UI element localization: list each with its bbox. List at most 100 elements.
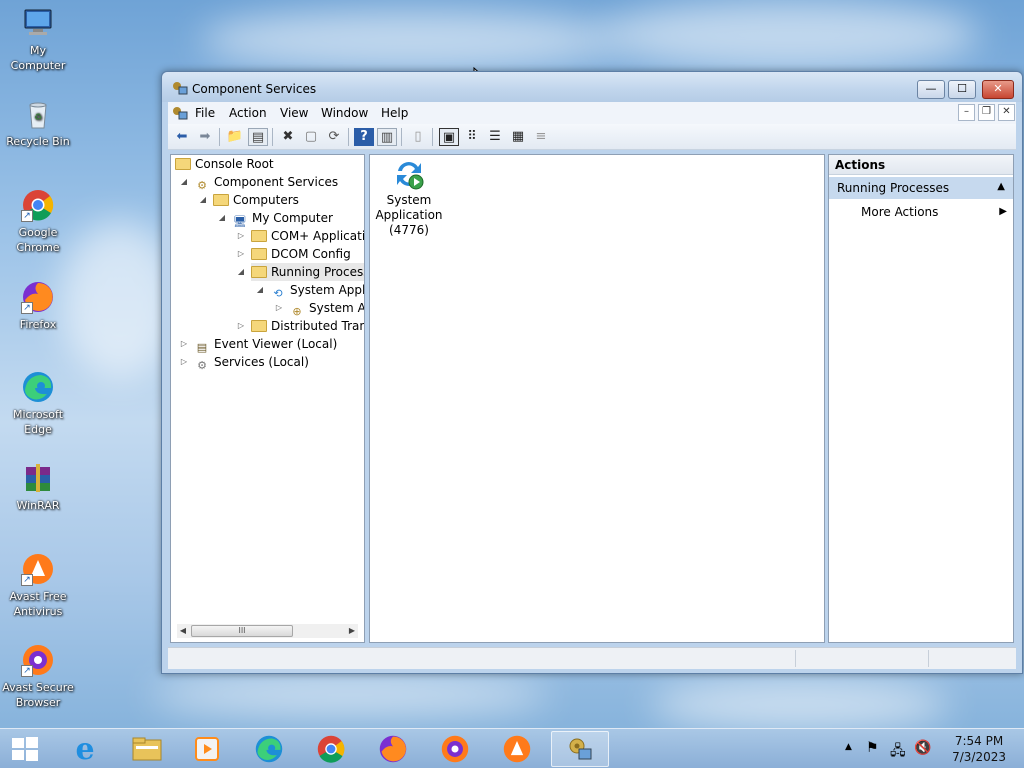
console-tree: Console Root ◢ ⚙ Component Services ◢ Com…: [170, 154, 365, 643]
tree-node-component-services[interactable]: ⚙ Component Services: [194, 173, 338, 192]
taskbar-avast-browser[interactable]: [426, 731, 484, 767]
tree-expander-icon[interactable]: ▷: [236, 249, 246, 258]
tree-expander-icon[interactable]: ◢: [198, 195, 208, 204]
taskbar-file-explorer[interactable]: [118, 731, 176, 767]
folder-icon: [251, 266, 267, 278]
desktop-icon-my-computer[interactable]: My Computer: [2, 6, 74, 73]
tree-expander-icon[interactable]: ▷: [274, 303, 284, 312]
taskbar-edge[interactable]: [240, 731, 298, 767]
results-pane: System Application (4776): [369, 154, 825, 643]
tree-horizontal-scrollbar[interactable]: ◀ III ▶: [177, 624, 358, 638]
small-icons-view-icon[interactable]: ⠿: [462, 128, 482, 146]
toolbar: ⬅ ➡ 📁 ▤ ✖ ▢ ⟳ ? ▥ ▯ ▣ ⠿ ☰ ▦ ≡: [168, 124, 1016, 150]
menu-window[interactable]: Window: [321, 106, 368, 120]
menu-help[interactable]: Help: [381, 106, 408, 120]
component-services-icon: [569, 738, 592, 760]
tree-node-distributed-transaction-coordinator[interactable]: Distributed Transaction Coordinator: [251, 317, 364, 335]
forward-icon[interactable]: ➡: [195, 128, 215, 146]
collapse-icon[interactable]: ▲: [997, 181, 1005, 192]
title-bar[interactable]: Component Services — ☐ ✕: [162, 72, 1022, 102]
folder-icon: [251, 320, 267, 332]
tree-expander-icon[interactable]: ◢: [255, 285, 265, 294]
scroll-right-icon[interactable]: ▶: [346, 624, 358, 638]
more-actions-item[interactable]: More Actions ▶: [861, 203, 1007, 223]
mdi-restore-button[interactable]: ❐: [978, 104, 995, 121]
recycle-bin-icon: ♻: [21, 97, 55, 131]
desktop-icon-chrome[interactable]: ↗ Google Chrome: [2, 188, 74, 255]
tree-node-com-plus-applications[interactable]: COM+ Applications: [251, 227, 364, 245]
status-view-icon[interactable]: ≡: [531, 128, 551, 146]
component-services-window: Component Services — ☐ ✕ File Action Vie…: [161, 71, 1023, 674]
tree-expander-icon[interactable]: ◢: [179, 177, 189, 186]
taskbar-chrome[interactable]: [302, 731, 360, 767]
desktop-icon-firefox[interactable]: ↗ Firefox: [2, 280, 74, 332]
maximize-button[interactable]: ☐: [948, 80, 976, 99]
list-view-icon[interactable]: ☰: [485, 128, 505, 146]
edge-icon: [255, 735, 283, 763]
large-icons-view-icon[interactable]: ▣: [439, 128, 459, 146]
clock-time: 7:54 PM: [954, 734, 1004, 748]
desktop-icon-recycle-bin[interactable]: ♻ Recycle Bin: [2, 97, 74, 149]
item-label-line1: System: [386, 193, 432, 207]
menu-action[interactable]: Action: [229, 106, 267, 120]
desktop-icon-label: Avast Free Antivirus: [9, 590, 67, 618]
start-button[interactable]: [0, 731, 50, 767]
export-list-icon[interactable]: ▯: [408, 128, 428, 146]
show-hide-tree-icon[interactable]: ▤: [248, 128, 268, 146]
tree-node-dcom-config[interactable]: DCOM Config: [251, 245, 351, 263]
tree-node-console-root[interactable]: Console Root: [175, 155, 274, 173]
menu-view[interactable]: View: [280, 106, 308, 120]
mdi-close-button[interactable]: ✕: [998, 104, 1015, 121]
tree-node-event-viewer[interactable]: ▤ Event Viewer (Local): [194, 335, 337, 354]
close-button[interactable]: ✕: [982, 80, 1014, 99]
tree-expander-icon[interactable]: ▷: [179, 357, 189, 366]
network-icon[interactable]: 🖧: [890, 740, 906, 768]
system-application-item[interactable]: System Application (4776): [374, 157, 444, 238]
menu-bar: File Action View Window Help – ❐ ✕: [168, 102, 1016, 124]
scroll-left-icon[interactable]: ◀: [177, 624, 189, 638]
taskbar-avast[interactable]: [488, 731, 546, 767]
minimize-button[interactable]: —: [917, 80, 945, 99]
details-view-icon[interactable]: ▦: [508, 128, 528, 146]
back-icon[interactable]: ⬅: [172, 128, 192, 146]
refresh-icon[interactable]: ⟳: [324, 128, 344, 146]
taskbar-media-player[interactable]: [178, 731, 236, 767]
actions-section-running-processes[interactable]: Running Processes ▲: [829, 177, 1013, 199]
chrome-icon: [317, 735, 345, 763]
desktop-icon-label: Microsoft Edge: [12, 408, 64, 436]
tree-expander-icon[interactable]: ▷: [236, 231, 246, 240]
help-icon[interactable]: ?: [354, 128, 374, 146]
scrollbar-thumb[interactable]: III: [191, 625, 293, 637]
desktop-icon-avast-browser[interactable]: ↗ Avast Secure Browser: [2, 643, 74, 710]
taskbar-firefox[interactable]: [364, 731, 422, 767]
show-hide-action-pane-icon[interactable]: ▥: [377, 128, 397, 146]
tree-node-running-processes[interactable]: Running Processes: [251, 263, 364, 281]
mdi-minimize-button[interactable]: –: [958, 104, 975, 121]
tree-node-system-application-com[interactable]: ⊕System Application: [289, 299, 364, 318]
tree-expander-icon[interactable]: ▷: [179, 339, 189, 348]
delete-icon[interactable]: ✖: [278, 128, 298, 146]
menu-file[interactable]: File: [195, 106, 215, 120]
up-folder-icon[interactable]: 📁: [225, 128, 245, 146]
tree-node-services[interactable]: ⚙ Services (Local): [194, 353, 309, 372]
status-bar: [168, 647, 1016, 669]
folder-icon: [251, 230, 267, 242]
tree-expander-icon[interactable]: ◢: [236, 267, 246, 276]
action-center-flag-icon[interactable]: ⚑: [866, 740, 879, 768]
clock[interactable]: 7:54 PM 7/3/2023: [952, 733, 1006, 765]
desktop-icon-label: Firefox: [19, 318, 57, 331]
tree-node-system-application-process[interactable]: ⟲System Application: [270, 281, 364, 300]
svg-text:♻: ♻: [34, 113, 42, 123]
tree-node-computers[interactable]: Computers: [213, 191, 299, 209]
taskbar-component-services[interactable]: [551, 731, 609, 767]
desktop-icon-winrar[interactable]: WinRAR: [2, 461, 74, 513]
desktop-icon-avast[interactable]: ↗ Avast Free Antivirus: [2, 552, 74, 619]
tree-node-my-computer[interactable]: 🖥 My Computer: [232, 209, 333, 228]
volume-muted-icon[interactable]: 🔇: [914, 740, 931, 768]
taskbar-internet-explorer[interactable]: e: [56, 731, 114, 767]
tray-overflow-icon[interactable]: ▲: [845, 742, 852, 768]
desktop-icon-edge[interactable]: Microsoft Edge: [2, 370, 74, 437]
tree-expander-icon[interactable]: ▷: [236, 321, 246, 330]
tree-expander-icon[interactable]: ◢: [217, 213, 227, 222]
properties-icon[interactable]: ▢: [301, 128, 321, 146]
